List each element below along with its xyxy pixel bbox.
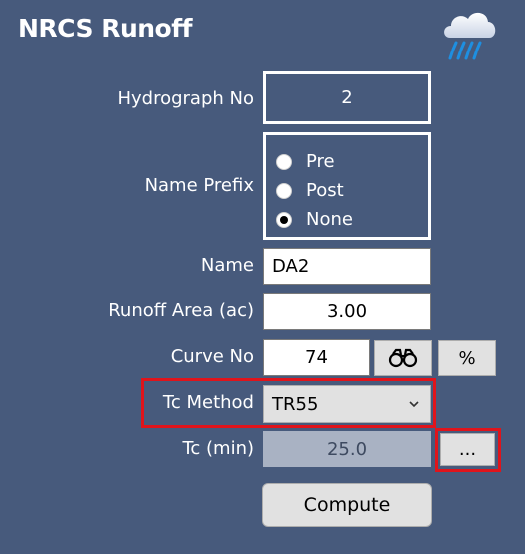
radio-none[interactable]: None (276, 205, 428, 234)
tc-value: 25.0 (326, 438, 368, 460)
radio-circle-none[interactable] (276, 211, 292, 228)
window-title: NRCS Runoff (18, 14, 192, 43)
name-input-value: DA2 (272, 256, 310, 277)
radio-label-post: Post (306, 180, 344, 201)
tc-label: Tc (min) (182, 438, 254, 459)
tc-browse-highlight-box (435, 428, 501, 472)
percent-button-label: % (458, 347, 476, 369)
curve-no-value: 74 (305, 347, 328, 368)
hydrograph-no-value: 2 (341, 87, 353, 108)
radio-label-none: None (306, 209, 353, 230)
runoff-area-value: 3.00 (326, 301, 368, 322)
runoff-area-label: Runoff Area (ac) (108, 300, 254, 321)
radio-post[interactable]: Post (276, 176, 428, 205)
tc-input: 25.0 (263, 431, 431, 467)
hydrograph-no-field[interactable]: 2 (263, 71, 431, 124)
radio-circle-pre[interactable] (276, 153, 292, 170)
tc-method-highlight-box (141, 378, 436, 428)
compute-button-label: Compute (303, 494, 391, 516)
curve-no-input[interactable]: 74 (263, 339, 370, 376)
rain-cloud-icon (444, 12, 496, 60)
curve-no-label: Curve No (170, 346, 254, 367)
name-label: Name (200, 255, 254, 276)
name-prefix-label: Name Prefix (144, 175, 254, 196)
radio-circle-post[interactable] (276, 182, 292, 199)
binoculars-icon (388, 348, 418, 368)
name-prefix-radio-group: Pre Post None (263, 132, 431, 240)
runoff-area-input[interactable]: 3.00 (263, 293, 431, 330)
curve-no-lookup-button[interactable] (374, 340, 432, 376)
hydrograph-no-label: Hydrograph No (117, 88, 254, 109)
radio-pre[interactable]: Pre (276, 147, 428, 176)
percent-button[interactable]: % (438, 340, 496, 376)
compute-button[interactable]: Compute (262, 483, 432, 527)
name-input[interactable]: DA2 (263, 248, 431, 285)
radio-label-pre: Pre (306, 151, 335, 172)
